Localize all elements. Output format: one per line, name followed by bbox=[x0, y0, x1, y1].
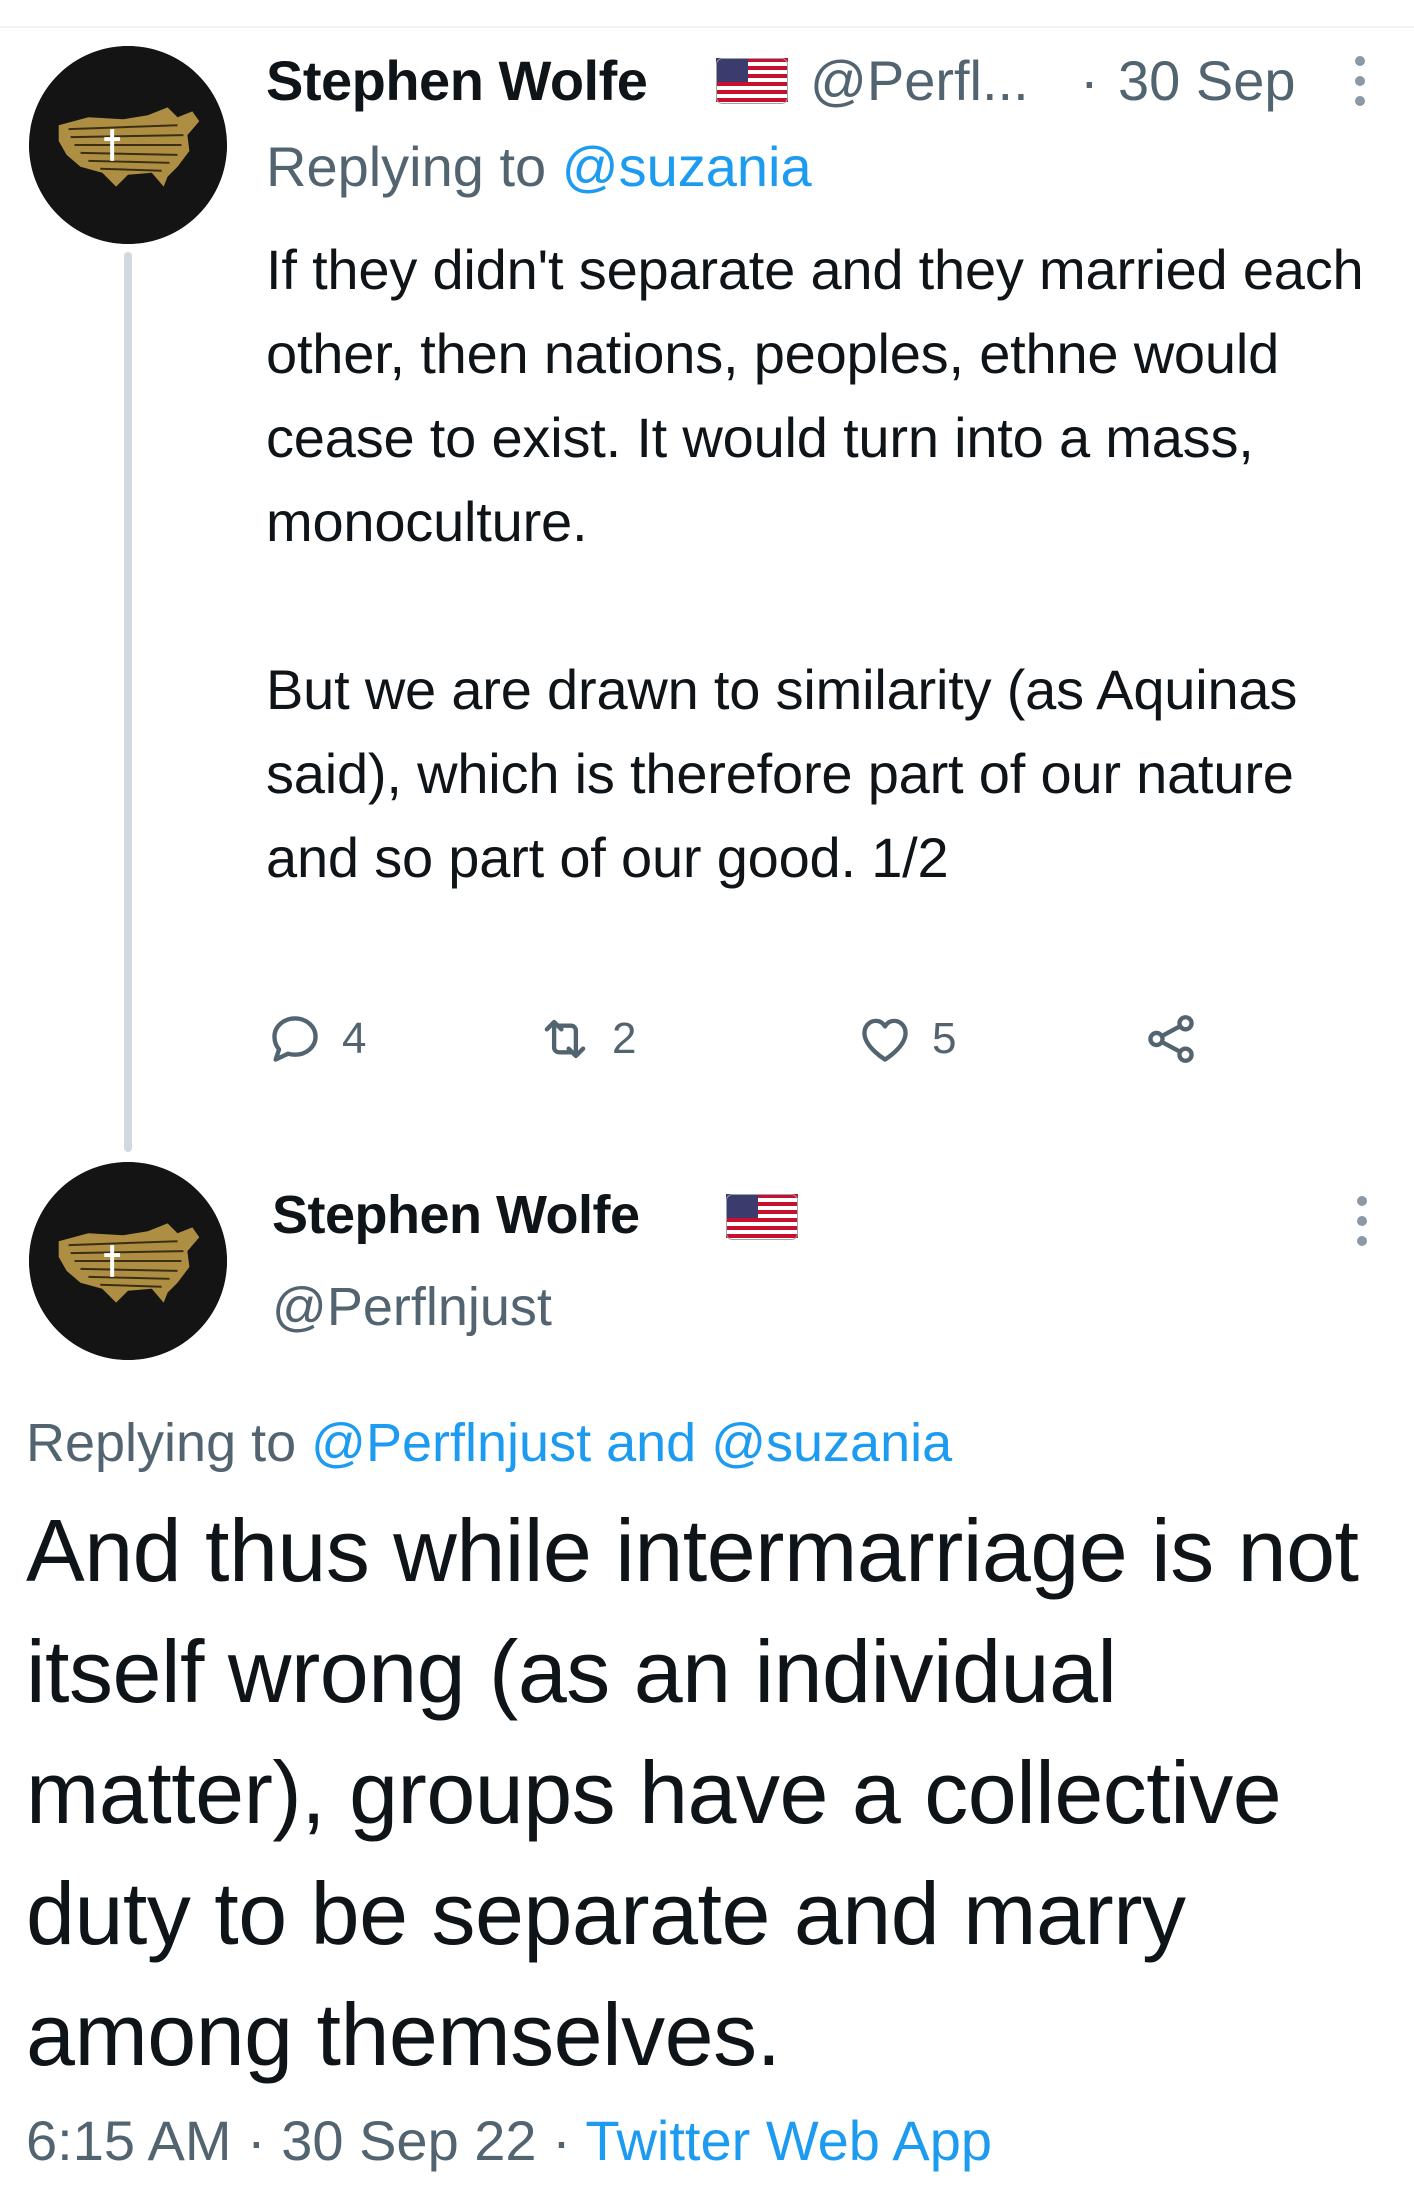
tweet-date[interactable]: 30 Sep 22 bbox=[281, 2109, 536, 2172]
tweet-time[interactable]: 6:15 AM bbox=[26, 2109, 231, 2172]
tweet-date[interactable]: 30 Sep bbox=[1118, 48, 1296, 113]
author-name[interactable]: Stephen Wolfe bbox=[272, 1184, 640, 1246]
usa-map-cross-logo-icon bbox=[29, 1162, 227, 1360]
tweet-text: And thus while intermarriage is not itse… bbox=[26, 1501, 1359, 2084]
avatar[interactable] bbox=[29, 46, 227, 244]
thread-connector bbox=[124, 252, 132, 1152]
source-link[interactable]: Twitter Web App bbox=[585, 2109, 992, 2172]
heart-icon bbox=[862, 1018, 908, 1062]
author-handle[interactable]: @Perflnjust bbox=[272, 1276, 552, 1338]
replying-to: Replying to @suzania bbox=[266, 134, 812, 199]
share-icon bbox=[1148, 1015, 1194, 1063]
more-options-icon[interactable] bbox=[1354, 1196, 1370, 1246]
meta-separator: · bbox=[536, 2109, 586, 2172]
replying-user-link[interactable]: @suzania bbox=[562, 135, 812, 198]
tweet-actions: 4 2 5 bbox=[266, 1010, 1266, 1090]
reply-button[interactable]: 4 bbox=[266, 1010, 366, 1068]
share-button[interactable] bbox=[1142, 1010, 1200, 1068]
us-flag-icon bbox=[716, 58, 788, 104]
avatar[interactable] bbox=[29, 1162, 227, 1360]
author-handle[interactable]: @Perfl... bbox=[810, 48, 1029, 113]
more-options-icon[interactable] bbox=[1352, 56, 1368, 106]
like-button[interactable]: 5 bbox=[856, 1010, 956, 1068]
us-flag-icon bbox=[726, 1194, 798, 1240]
retweet-button[interactable]: 2 bbox=[536, 1010, 636, 1068]
replying-to: Replying to @Perflnjust and @suzania bbox=[26, 1412, 952, 1474]
replying-prefix: Replying to bbox=[26, 1413, 312, 1473]
tweet-text: If they didn't separate and they married… bbox=[266, 238, 1364, 889]
retweet-icon bbox=[544, 1019, 586, 1059]
reply-icon bbox=[272, 1016, 318, 1062]
reply-count: 4 bbox=[342, 1014, 367, 1063]
time-separator: · bbox=[1080, 49, 1099, 112]
replying-users-link[interactable]: @Perflnjust and @suzania bbox=[311, 1413, 952, 1473]
meta-separator: · bbox=[231, 2109, 282, 2172]
like-count: 5 bbox=[932, 1014, 957, 1063]
usa-map-cross-logo-icon bbox=[29, 46, 227, 244]
author-name[interactable]: Stephen Wolfe bbox=[266, 48, 648, 113]
top-divider bbox=[0, 26, 1414, 28]
retweet-count: 2 bbox=[612, 1014, 637, 1063]
tweet-meta: 6:15 AM · 30 Sep 22 · Twitter Web App bbox=[26, 2108, 992, 2173]
replying-prefix: Replying to bbox=[266, 135, 562, 198]
